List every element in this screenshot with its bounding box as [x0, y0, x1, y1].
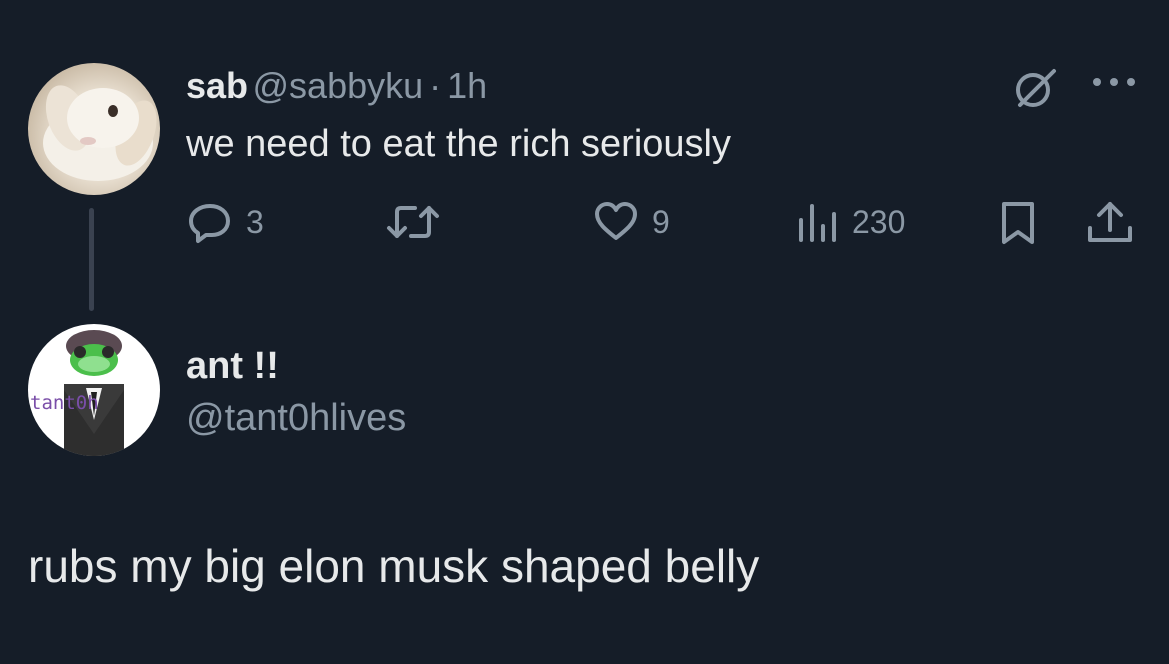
- like-icon: [595, 202, 637, 240]
- reply-button[interactable]: 3: [186, 196, 264, 248]
- sab-avatar[interactable]: [28, 63, 160, 195]
- grok-icon[interactable]: [1012, 65, 1058, 111]
- bookmark-icon: [1002, 202, 1034, 244]
- reply-icon: [189, 204, 230, 243]
- bunny-avatar-image: [43, 85, 157, 181]
- tweet-time[interactable]: 1h: [447, 65, 487, 106]
- reply-text: rubs my big elon musk shaped belly: [28, 540, 760, 592]
- more-icon[interactable]: [1090, 72, 1140, 92]
- like-button[interactable]: 9: [592, 196, 670, 248]
- bookmark-button[interactable]: [996, 196, 1040, 248]
- reply-author-name[interactable]: ant !!: [186, 343, 279, 389]
- like-count: 9: [652, 203, 670, 240]
- views-button[interactable]: 230: [796, 196, 905, 248]
- view-count: 230: [852, 203, 906, 240]
- tweet-text: we need to eat the rich seriously: [186, 123, 731, 165]
- share-icon: [1088, 202, 1132, 242]
- frog-suit-avatar-image: [64, 330, 124, 456]
- retweet-button[interactable]: [385, 196, 441, 248]
- author-name[interactable]: sab: [186, 65, 248, 106]
- avatar-caption: tant0h: [30, 392, 99, 414]
- views-icon: [799, 204, 836, 242]
- reply-count: 3: [246, 203, 264, 240]
- reply-author-handle[interactable]: @tant0hlives: [186, 395, 406, 441]
- separator-dot: ·: [429, 65, 442, 106]
- ant-avatar[interactable]: tant0h: [28, 324, 160, 456]
- author-handle[interactable]: @sabbyku: [253, 65, 424, 106]
- tweet-header: sab @sabbyku · 1h: [186, 64, 487, 116]
- retweet-icon: [387, 206, 439, 238]
- thread-connector-line: [89, 208, 94, 311]
- share-button[interactable]: [1084, 196, 1136, 248]
